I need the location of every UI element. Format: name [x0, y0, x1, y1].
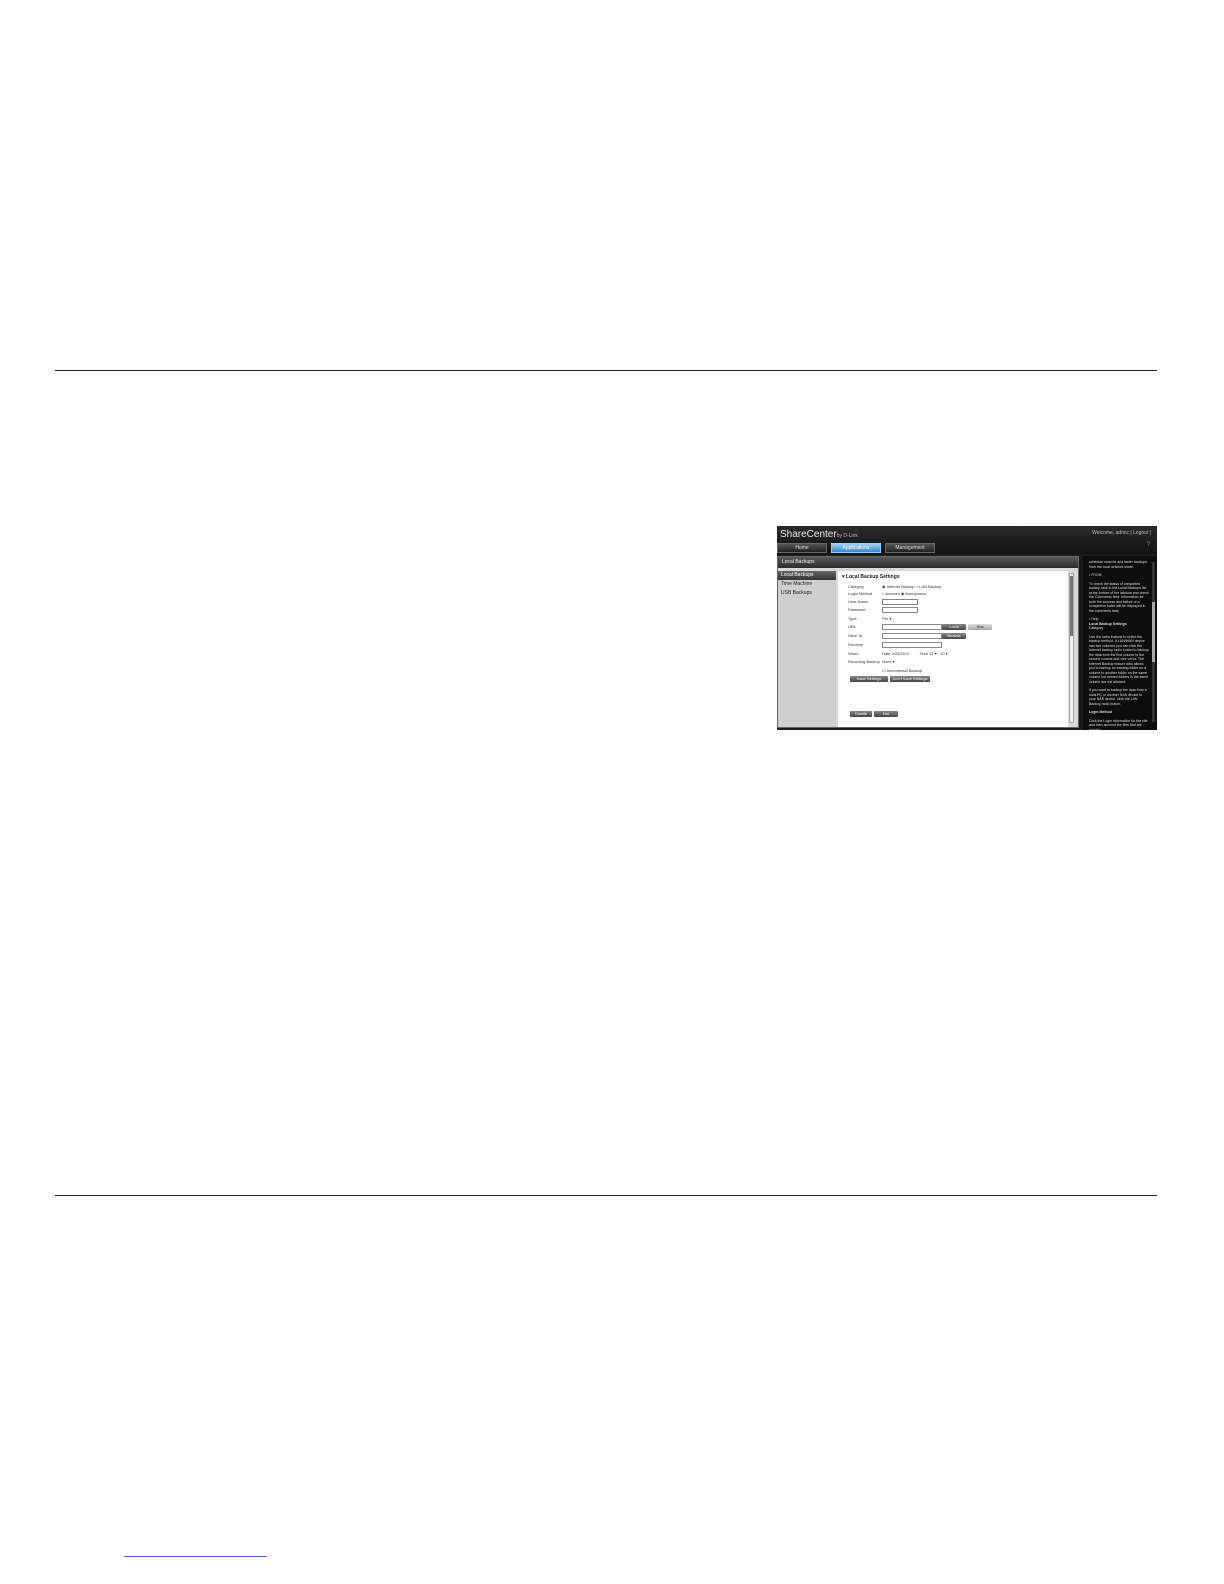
tab-management[interactable]: Management [885, 543, 935, 553]
panel-title: Local Backups [778, 557, 1078, 568]
help-scrollbar-thumb[interactable] [1152, 602, 1155, 662]
top-divider [55, 370, 1157, 371]
sidebar-item-time-machine[interactable]: Time Machine [778, 580, 836, 589]
recurring-label: Recurring Backup [848, 659, 880, 664]
help-text-4: If you want to backup the data from a lo… [1089, 688, 1147, 706]
help-icon[interactable]: ? [1147, 542, 1150, 548]
help-text-5: Click the Login information for the site… [1089, 718, 1148, 731]
login-method-label: Login Method [848, 591, 873, 596]
login-method-radios[interactable]: ○ Account ◉ Anonymous [882, 591, 926, 596]
test-button[interactable]: Test [968, 624, 992, 630]
browse-button[interactable]: Browse [942, 633, 966, 639]
tab-home[interactable]: Home [777, 543, 827, 553]
password-input[interactable] [882, 607, 918, 613]
category-label: Category [848, 584, 865, 589]
username-input[interactable] [882, 599, 918, 605]
sidebar-item-usb-backups[interactable]: USB Backups [778, 589, 836, 598]
section-title: ▾ Local Backup Settings [842, 574, 900, 580]
form-scrollbar-thumb[interactable] [1070, 576, 1073, 636]
username-label: User Name [848, 599, 869, 604]
delete-button[interactable]: Del [874, 711, 898, 717]
save-to-input[interactable] [882, 633, 942, 639]
local-button[interactable]: Local [942, 624, 966, 630]
help-text-1: schedule must be and faster backups from… [1089, 560, 1147, 569]
incremental-checkbox[interactable]: ☐ Incremental Backup [882, 668, 922, 673]
category-radios[interactable]: ◉ Internet Backup ○ LAN Backup [882, 584, 942, 589]
type-select[interactable]: File ▾ [882, 616, 892, 621]
url-label: URL [848, 624, 857, 629]
type-label: Type [848, 616, 857, 621]
help-heading-1: ▪ FROM [1089, 573, 1102, 577]
help-heading-2: ▪ Help Local Backup Settings Category [1089, 617, 1127, 630]
when-label: When [848, 651, 859, 656]
top-bar: ShareCenterby D-Link Welcome, admic | Lo… [777, 526, 1157, 554]
backup-settings-form: ▾ Local Backup Settings Category ◉ Inter… [838, 571, 1068, 727]
rename-label: Rename [848, 642, 864, 647]
help-heading-3: Login Method [1089, 710, 1112, 714]
bottom-divider [55, 1195, 1157, 1196]
help-text-3: Use the radio buttons to select the back… [1089, 634, 1149, 684]
help-panel: schedule must be and faster backups from… [1083, 556, 1157, 730]
welcome-text: Welcome, admic | Logout | [1092, 530, 1151, 536]
create-button[interactable]: Create [850, 711, 872, 717]
tab-applications[interactable]: Applications [831, 543, 881, 553]
help-text-2: To check the status of completed backup … [1089, 581, 1149, 613]
footer-link-underline [124, 1556, 267, 1557]
password-label: Password [848, 607, 866, 612]
local-backups-panel: Local Backups Local Backups Time Machine… [777, 556, 1079, 728]
help-scrollbar[interactable] [1152, 562, 1155, 722]
recurring-select[interactable]: None ▾ [882, 659, 895, 664]
app-logo: ShareCenterby D-Link [780, 529, 858, 540]
when-fields[interactable]: Date 2/25/2012 Time 21 ▾ : 10 ▾ [882, 651, 948, 656]
sidebar: Local Backups Time Machine USB Backups [778, 571, 836, 727]
dont-save-settings-button[interactable]: Don't Save Settings [890, 676, 930, 682]
form-scrollbar[interactable] [1069, 573, 1074, 723]
url-input[interactable] [882, 624, 942, 630]
sharecenter-screenshot: ShareCenterby D-Link Welcome, admic | Lo… [777, 526, 1157, 730]
rename-input[interactable] [882, 642, 942, 648]
sidebar-item-local-backups[interactable]: Local Backups [778, 571, 836, 580]
save-settings-button[interactable]: Save Settings [850, 676, 888, 682]
save-to-label: Save To [848, 633, 863, 638]
